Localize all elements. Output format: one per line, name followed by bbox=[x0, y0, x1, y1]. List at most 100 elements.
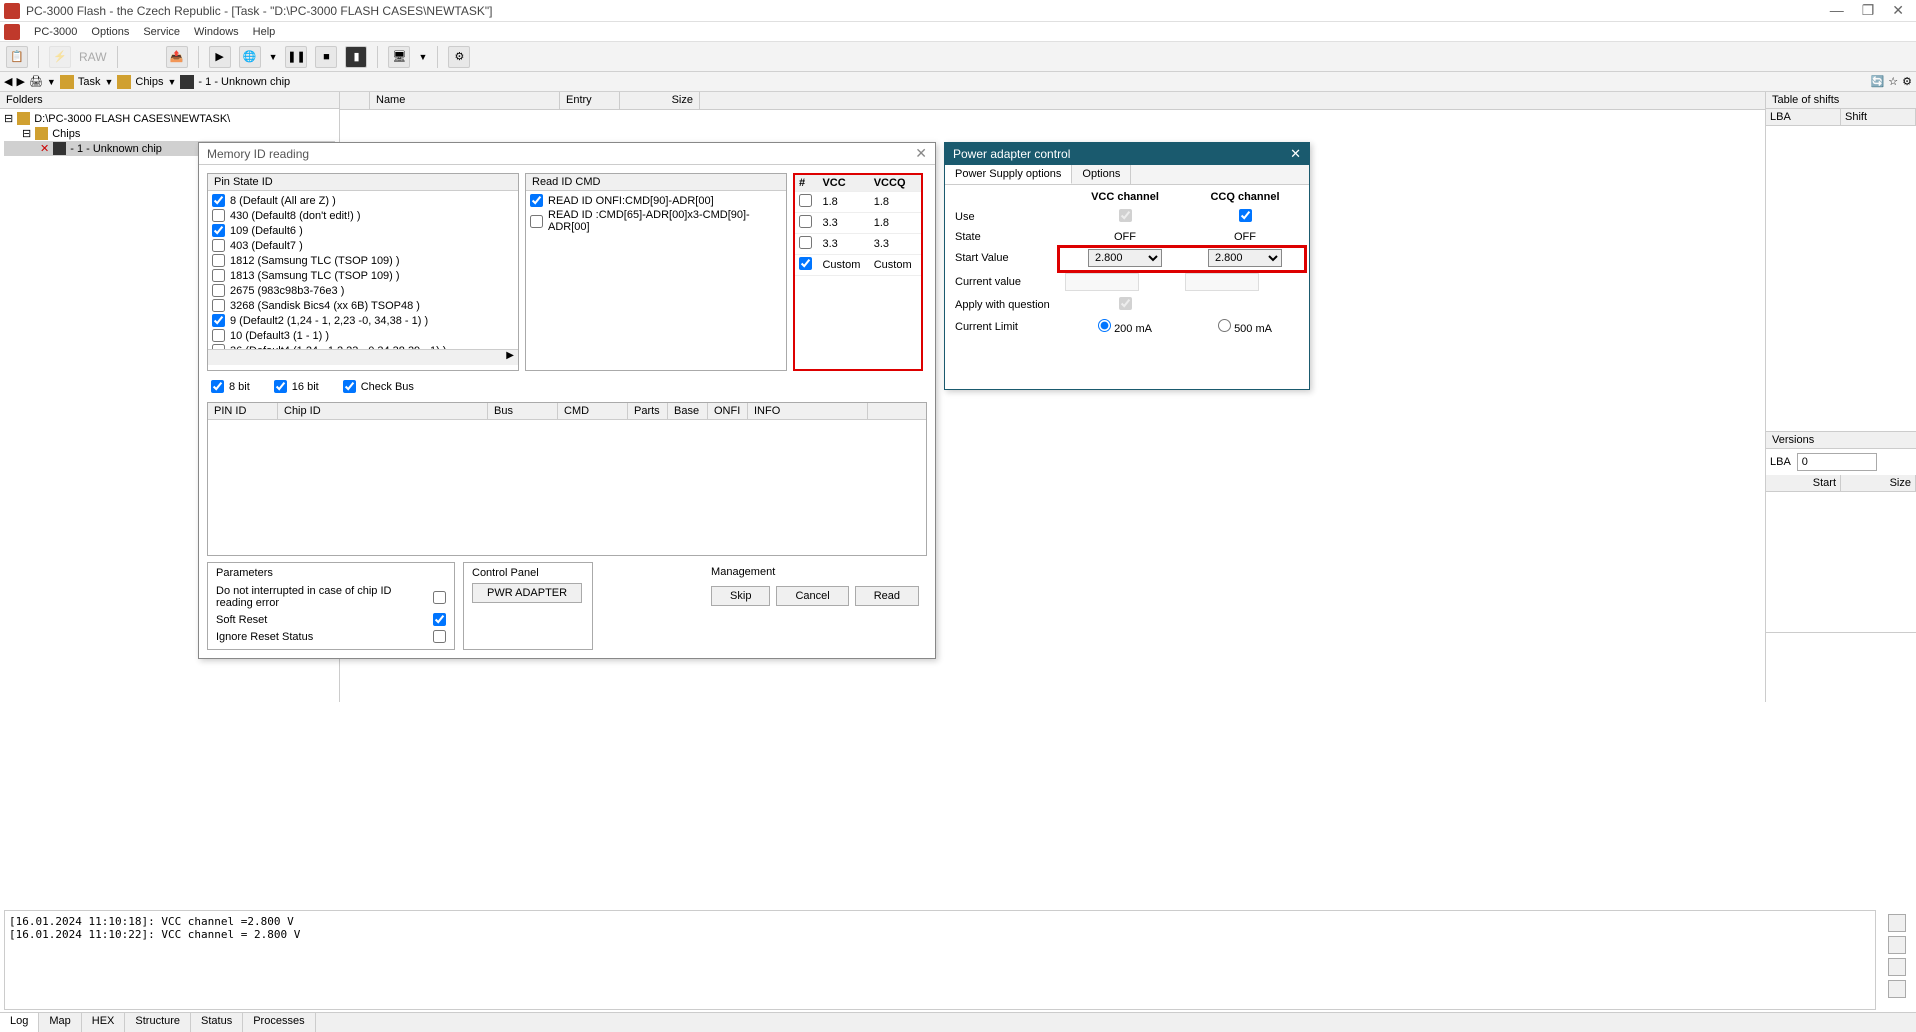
opt-8bit[interactable]: 8 bit bbox=[211, 379, 250, 394]
opt-checkbus[interactable]: Check Bus bbox=[343, 379, 414, 394]
ver-col-size[interactable]: Size bbox=[1841, 475, 1916, 491]
memid-title: Memory ID reading bbox=[207, 147, 309, 161]
ver-col-start[interactable]: Start bbox=[1766, 475, 1841, 491]
vcc-row[interactable]: 3.33.3 bbox=[795, 234, 921, 255]
menu-options[interactable]: Options bbox=[91, 26, 129, 38]
tab-options[interactable]: Options bbox=[1072, 165, 1131, 184]
print-icon[interactable]: 🖨 bbox=[29, 75, 43, 88]
vcc-row[interactable]: 3.31.8 bbox=[795, 213, 921, 234]
pause-icon[interactable]: ❚❚ bbox=[285, 46, 307, 68]
shifts-col-lba[interactable]: LBA bbox=[1766, 109, 1841, 125]
pin-item[interactable]: 2675 (983c98b3-76e3 ) bbox=[212, 283, 514, 298]
stab-log[interactable]: Log bbox=[0, 1013, 39, 1032]
lba-input[interactable] bbox=[1797, 453, 1877, 471]
limit-200[interactable]: 200 mA bbox=[1098, 323, 1152, 335]
param-nointerrupt: Do not interrupted in case of chip ID re… bbox=[216, 585, 425, 609]
param-softreset-chk[interactable] bbox=[433, 613, 446, 626]
refresh-icon[interactable]: 🔄 bbox=[1871, 75, 1885, 88]
dropdown-icon[interactable]: ▼ bbox=[269, 52, 278, 62]
nav-left-icon[interactable]: ◀ bbox=[4, 75, 12, 88]
window-title: PC-3000 Flash - the Czech Republic - [Ta… bbox=[26, 4, 1830, 18]
opt-16bit[interactable]: 16 bit bbox=[274, 379, 319, 394]
stab-map[interactable]: Map bbox=[39, 1013, 81, 1032]
pin-item[interactable]: 1812 (Samsung TLC (TSOP 109) ) bbox=[212, 253, 514, 268]
bc-chips[interactable]: Chips bbox=[135, 76, 163, 88]
raw-label[interactable]: RAW bbox=[79, 50, 107, 64]
pin-item[interactable]: 10 (Default3 (1 - 1) ) bbox=[212, 328, 514, 343]
tool-1-icon[interactable]: 📋 bbox=[6, 46, 28, 68]
param-ignorereset-chk[interactable] bbox=[433, 630, 446, 643]
cancel-button[interactable]: Cancel bbox=[776, 586, 848, 606]
stop-icon[interactable]: ■ bbox=[315, 46, 337, 68]
menu-help[interactable]: Help bbox=[253, 26, 276, 38]
tab-power-supply[interactable]: Power Supply options bbox=[945, 165, 1072, 184]
play-icon[interactable]: ▶ bbox=[209, 46, 231, 68]
stab-structure[interactable]: Structure bbox=[125, 1013, 191, 1032]
limit-500[interactable]: 500 mA bbox=[1218, 323, 1272, 335]
pin-item[interactable]: 430 (Default8 (don't edit!) ) bbox=[212, 208, 514, 223]
globe-icon[interactable]: 🌐 bbox=[239, 46, 261, 68]
maximize-icon[interactable]: ❐ bbox=[1862, 2, 1875, 19]
start-vcc-select[interactable]: 2.800 bbox=[1088, 249, 1162, 267]
close-icon[interactable]: ✕ bbox=[1892, 2, 1904, 19]
grid-col[interactable]: Parts bbox=[628, 403, 668, 419]
grid-col[interactable]: Chip ID bbox=[278, 403, 488, 419]
tool-util-icon[interactable]: ⚙ bbox=[448, 46, 470, 68]
skip-button[interactable]: Skip bbox=[711, 586, 770, 606]
menu-pc3000[interactable]: PC-3000 bbox=[34, 26, 77, 38]
grid-col[interactable]: ONFI bbox=[708, 403, 748, 419]
col-name[interactable]: Name bbox=[370, 92, 560, 109]
stab-processes[interactable]: Processes bbox=[243, 1013, 315, 1032]
lightning-icon[interactable]: ⚡ bbox=[49, 46, 71, 68]
pin-item[interactable]: 403 (Default7 ) bbox=[212, 238, 514, 253]
pin-item[interactable]: 109 (Default6 ) bbox=[212, 223, 514, 238]
stab-status[interactable]: Status bbox=[191, 1013, 243, 1032]
nav-right-icon[interactable]: ▶ bbox=[16, 75, 24, 88]
read-button[interactable]: Read bbox=[855, 586, 919, 606]
vcc-row[interactable]: CustomCustom bbox=[795, 255, 921, 276]
grid-col[interactable]: CMD bbox=[558, 403, 628, 419]
minimize-icon[interactable]: — bbox=[1830, 2, 1844, 19]
start-ccq-select[interactable]: 2.800 bbox=[1208, 249, 1282, 267]
use-ccq-chk[interactable] bbox=[1239, 209, 1252, 222]
col-entry[interactable]: Entry bbox=[560, 92, 620, 109]
grid-col[interactable]: PIN ID bbox=[208, 403, 278, 419]
tree-root[interactable]: ⊟ D:\PC-3000 FLASH CASES\NEWTASK\ bbox=[4, 111, 335, 126]
bc-task[interactable]: Task bbox=[78, 76, 101, 88]
param-nointerrupt-chk[interactable] bbox=[433, 591, 446, 604]
col-icon[interactable] bbox=[340, 92, 370, 109]
pause-log-icon[interactable] bbox=[1888, 958, 1906, 976]
read-item[interactable]: READ ID ONFI:CMD[90]-ADR[00] bbox=[530, 193, 782, 208]
stab-hex[interactable]: HEX bbox=[82, 1013, 126, 1032]
pin-state-panel: Pin State ID 8 (Default (All are Z) )430… bbox=[207, 173, 519, 371]
col-size[interactable]: Size bbox=[620, 92, 700, 109]
grid-col[interactable]: Base bbox=[668, 403, 708, 419]
memid-close-icon[interactable]: ✕ bbox=[915, 145, 927, 162]
grid-col[interactable]: INFO bbox=[748, 403, 868, 419]
menu-service[interactable]: Service bbox=[143, 26, 180, 38]
tree-chips[interactable]: ⊟ Chips bbox=[4, 126, 335, 141]
power-close-icon[interactable]: ✕ bbox=[1290, 146, 1301, 162]
menu-windows[interactable]: Windows bbox=[194, 26, 239, 38]
read-item[interactable]: READ ID :CMD[65]-ADR[00]x3-CMD[90]-ADR[0… bbox=[530, 208, 782, 234]
pwr-adapter-button[interactable]: PWR ADAPTER bbox=[472, 583, 582, 603]
chip-icon[interactable]: ▮ bbox=[345, 46, 367, 68]
gear-icon[interactable]: ⚙ bbox=[1902, 75, 1912, 88]
scroll-right-icon[interactable]: ▶ bbox=[208, 349, 518, 365]
diff-icon[interactable] bbox=[1888, 936, 1906, 954]
grid-col[interactable]: Bus bbox=[488, 403, 558, 419]
clear-log-icon[interactable] bbox=[1888, 980, 1906, 998]
shifts-col-shift[interactable]: Shift bbox=[1841, 109, 1916, 125]
pin-item[interactable]: 3268 (Sandisk Bics4 (xx 6B) TSOP48 ) bbox=[212, 298, 514, 313]
vcc-row[interactable]: 1.81.8 bbox=[795, 192, 921, 213]
pin-item[interactable]: 9 (Default2 (1,24 - 1, 2,23 -0, 34,38 - … bbox=[212, 313, 514, 328]
window-titlebar: PC-3000 Flash - the Czech Republic - [Ta… bbox=[0, 0, 1916, 22]
copy-icon[interactable] bbox=[1888, 914, 1906, 932]
folder-out-icon[interactable]: 📤 bbox=[166, 46, 188, 68]
display-icon[interactable]: 🖥 bbox=[388, 46, 410, 68]
star-icon[interactable]: ☆ bbox=[1888, 75, 1898, 88]
pin-item[interactable]: 8 (Default (All are Z) ) bbox=[212, 193, 514, 208]
dropdown-icon-2[interactable]: ▼ bbox=[418, 52, 427, 62]
pin-item[interactable]: 1813 (Samsung TLC (TSOP 109) ) bbox=[212, 268, 514, 283]
bc-chip[interactable]: - 1 - Unknown chip bbox=[198, 76, 290, 88]
